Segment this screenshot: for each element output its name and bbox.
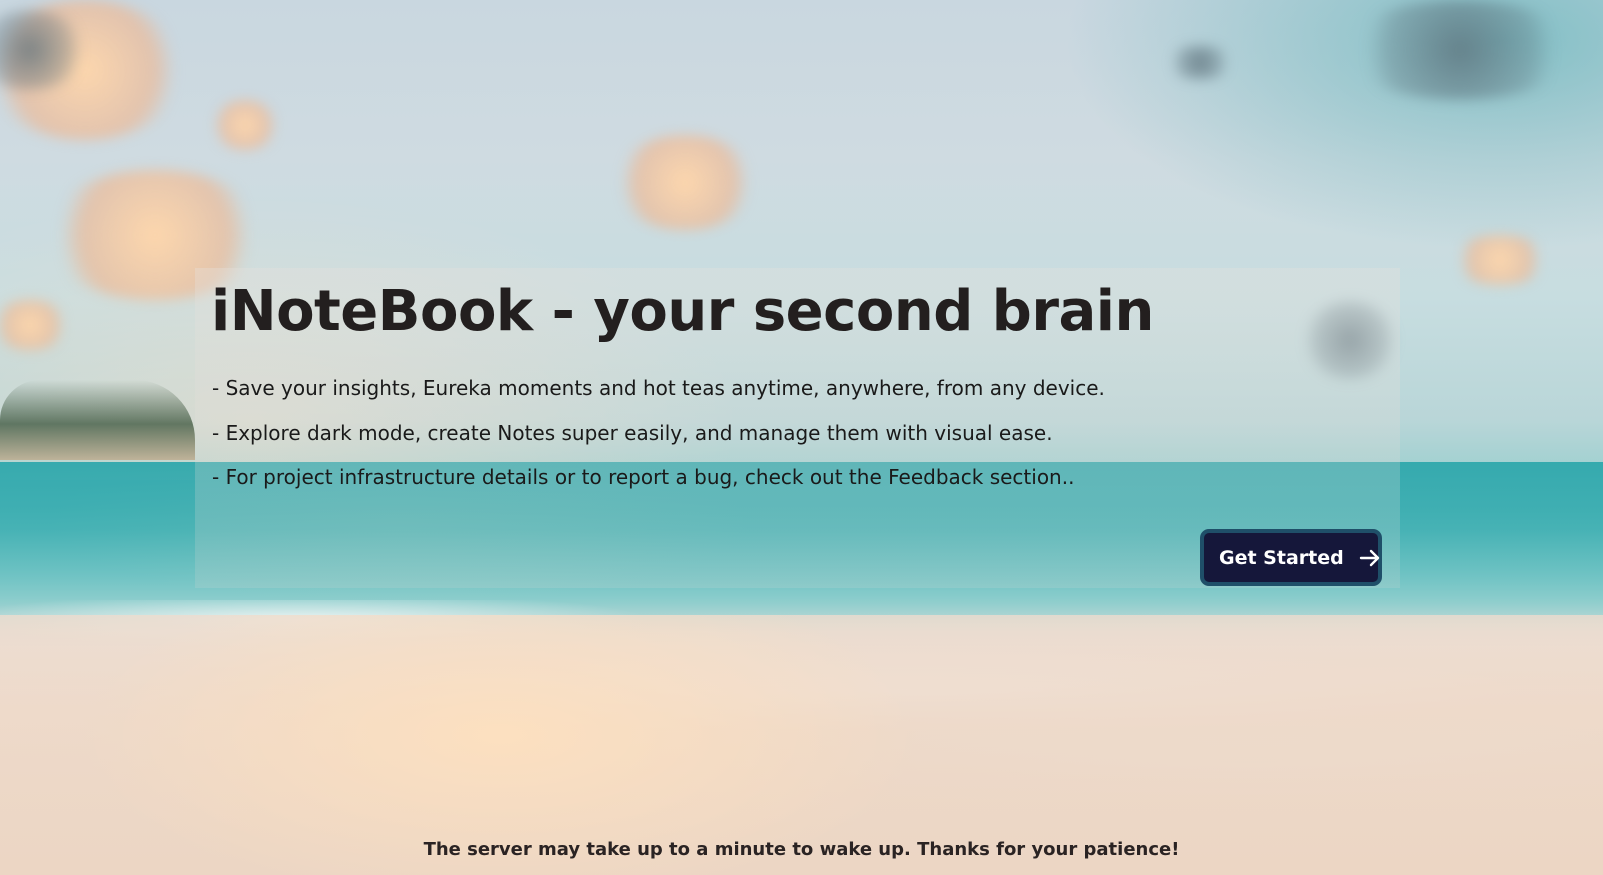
get-started-label: Get Started [1219,546,1344,569]
cloud [1165,45,1235,80]
cloud [1450,235,1550,285]
hero-title: iNoteBook - your second brain [211,279,1154,344]
cloud [1340,0,1580,100]
get-started-button[interactable]: Get Started [1200,529,1382,586]
feature-line-dark-mode: - Explore dark mode, create Notes super … [212,421,1053,445]
palm-trees [0,380,195,460]
cloud [610,135,760,230]
sand [0,615,1603,875]
cloud [210,100,280,150]
feature-line-feedback: - For project infrastructure details or … [212,465,1075,489]
feature-line-sync: - Save your insights, Eureka moments and… [212,376,1105,400]
server-wakeup-notice: The server may take up to a minute to wa… [423,839,1180,860]
arrow-right-icon [1358,546,1382,570]
landing-page: iNoteBook - your second brain - Save you… [0,0,1603,875]
